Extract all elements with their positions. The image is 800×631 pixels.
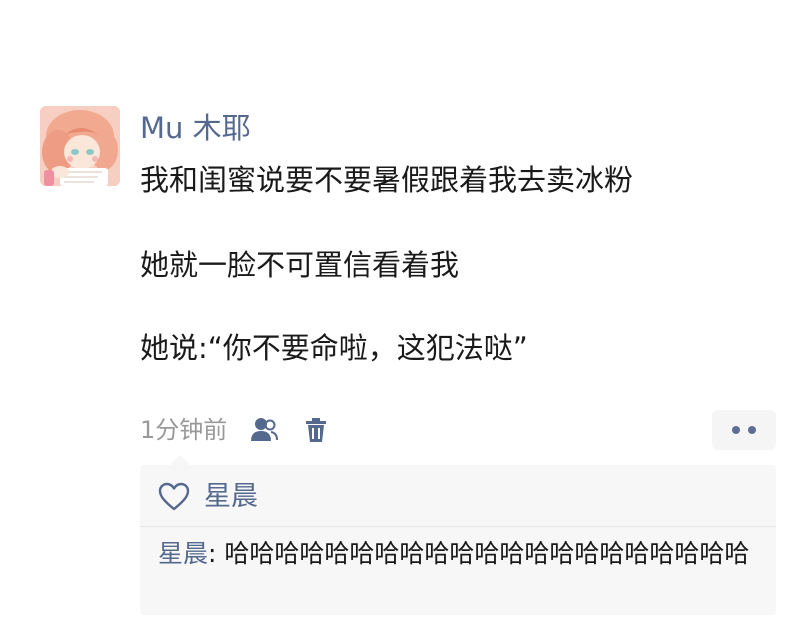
heart-icon xyxy=(158,481,190,513)
moment-post: Mu 木耶 我和闺蜜说要不要暑假跟着我去卖冰粉 她就一脸不可置信看着我 她说:“… xyxy=(0,0,800,631)
trash-icon[interactable] xyxy=(301,415,331,445)
interactions-panel: 星晨 星晨: 哈哈哈哈哈哈哈哈哈哈哈哈哈哈哈哈哈哈哈哈哈 xyxy=(140,455,776,615)
liker-name[interactable]: 星晨 xyxy=(204,475,258,519)
avatar-illustration xyxy=(40,106,120,186)
likes-row: 星晨 xyxy=(158,475,258,519)
people-icon[interactable] xyxy=(249,415,279,445)
post-meta-row: 1分钟前 xyxy=(140,410,331,450)
more-dots-icon xyxy=(732,426,740,434)
more-options-button[interactable] xyxy=(712,410,776,450)
author-name[interactable]: Mu 木耶 xyxy=(140,108,251,148)
post-text-line-2: 她就一脸不可置信看着我 xyxy=(140,248,460,282)
comment-text: 哈哈哈哈哈哈哈哈哈哈哈哈哈哈哈哈哈哈哈哈哈 xyxy=(224,539,750,568)
panel-divider xyxy=(140,526,776,527)
post-timestamp: 1分钟前 xyxy=(140,416,228,444)
more-dots-icon xyxy=(748,426,756,434)
post-text-line-1: 我和闺蜜说要不要暑假跟着我去卖冰粉 xyxy=(140,163,634,197)
commenter-name[interactable]: 星晨 xyxy=(158,539,208,568)
comment-separator: : xyxy=(208,539,225,568)
avatar[interactable] xyxy=(40,106,120,186)
post-text-line-3: 她说:“你不要命啦，这犯法哒” xyxy=(140,331,528,365)
comment-item[interactable]: 星晨: 哈哈哈哈哈哈哈哈哈哈哈哈哈哈哈哈哈哈哈哈哈 xyxy=(158,537,758,571)
